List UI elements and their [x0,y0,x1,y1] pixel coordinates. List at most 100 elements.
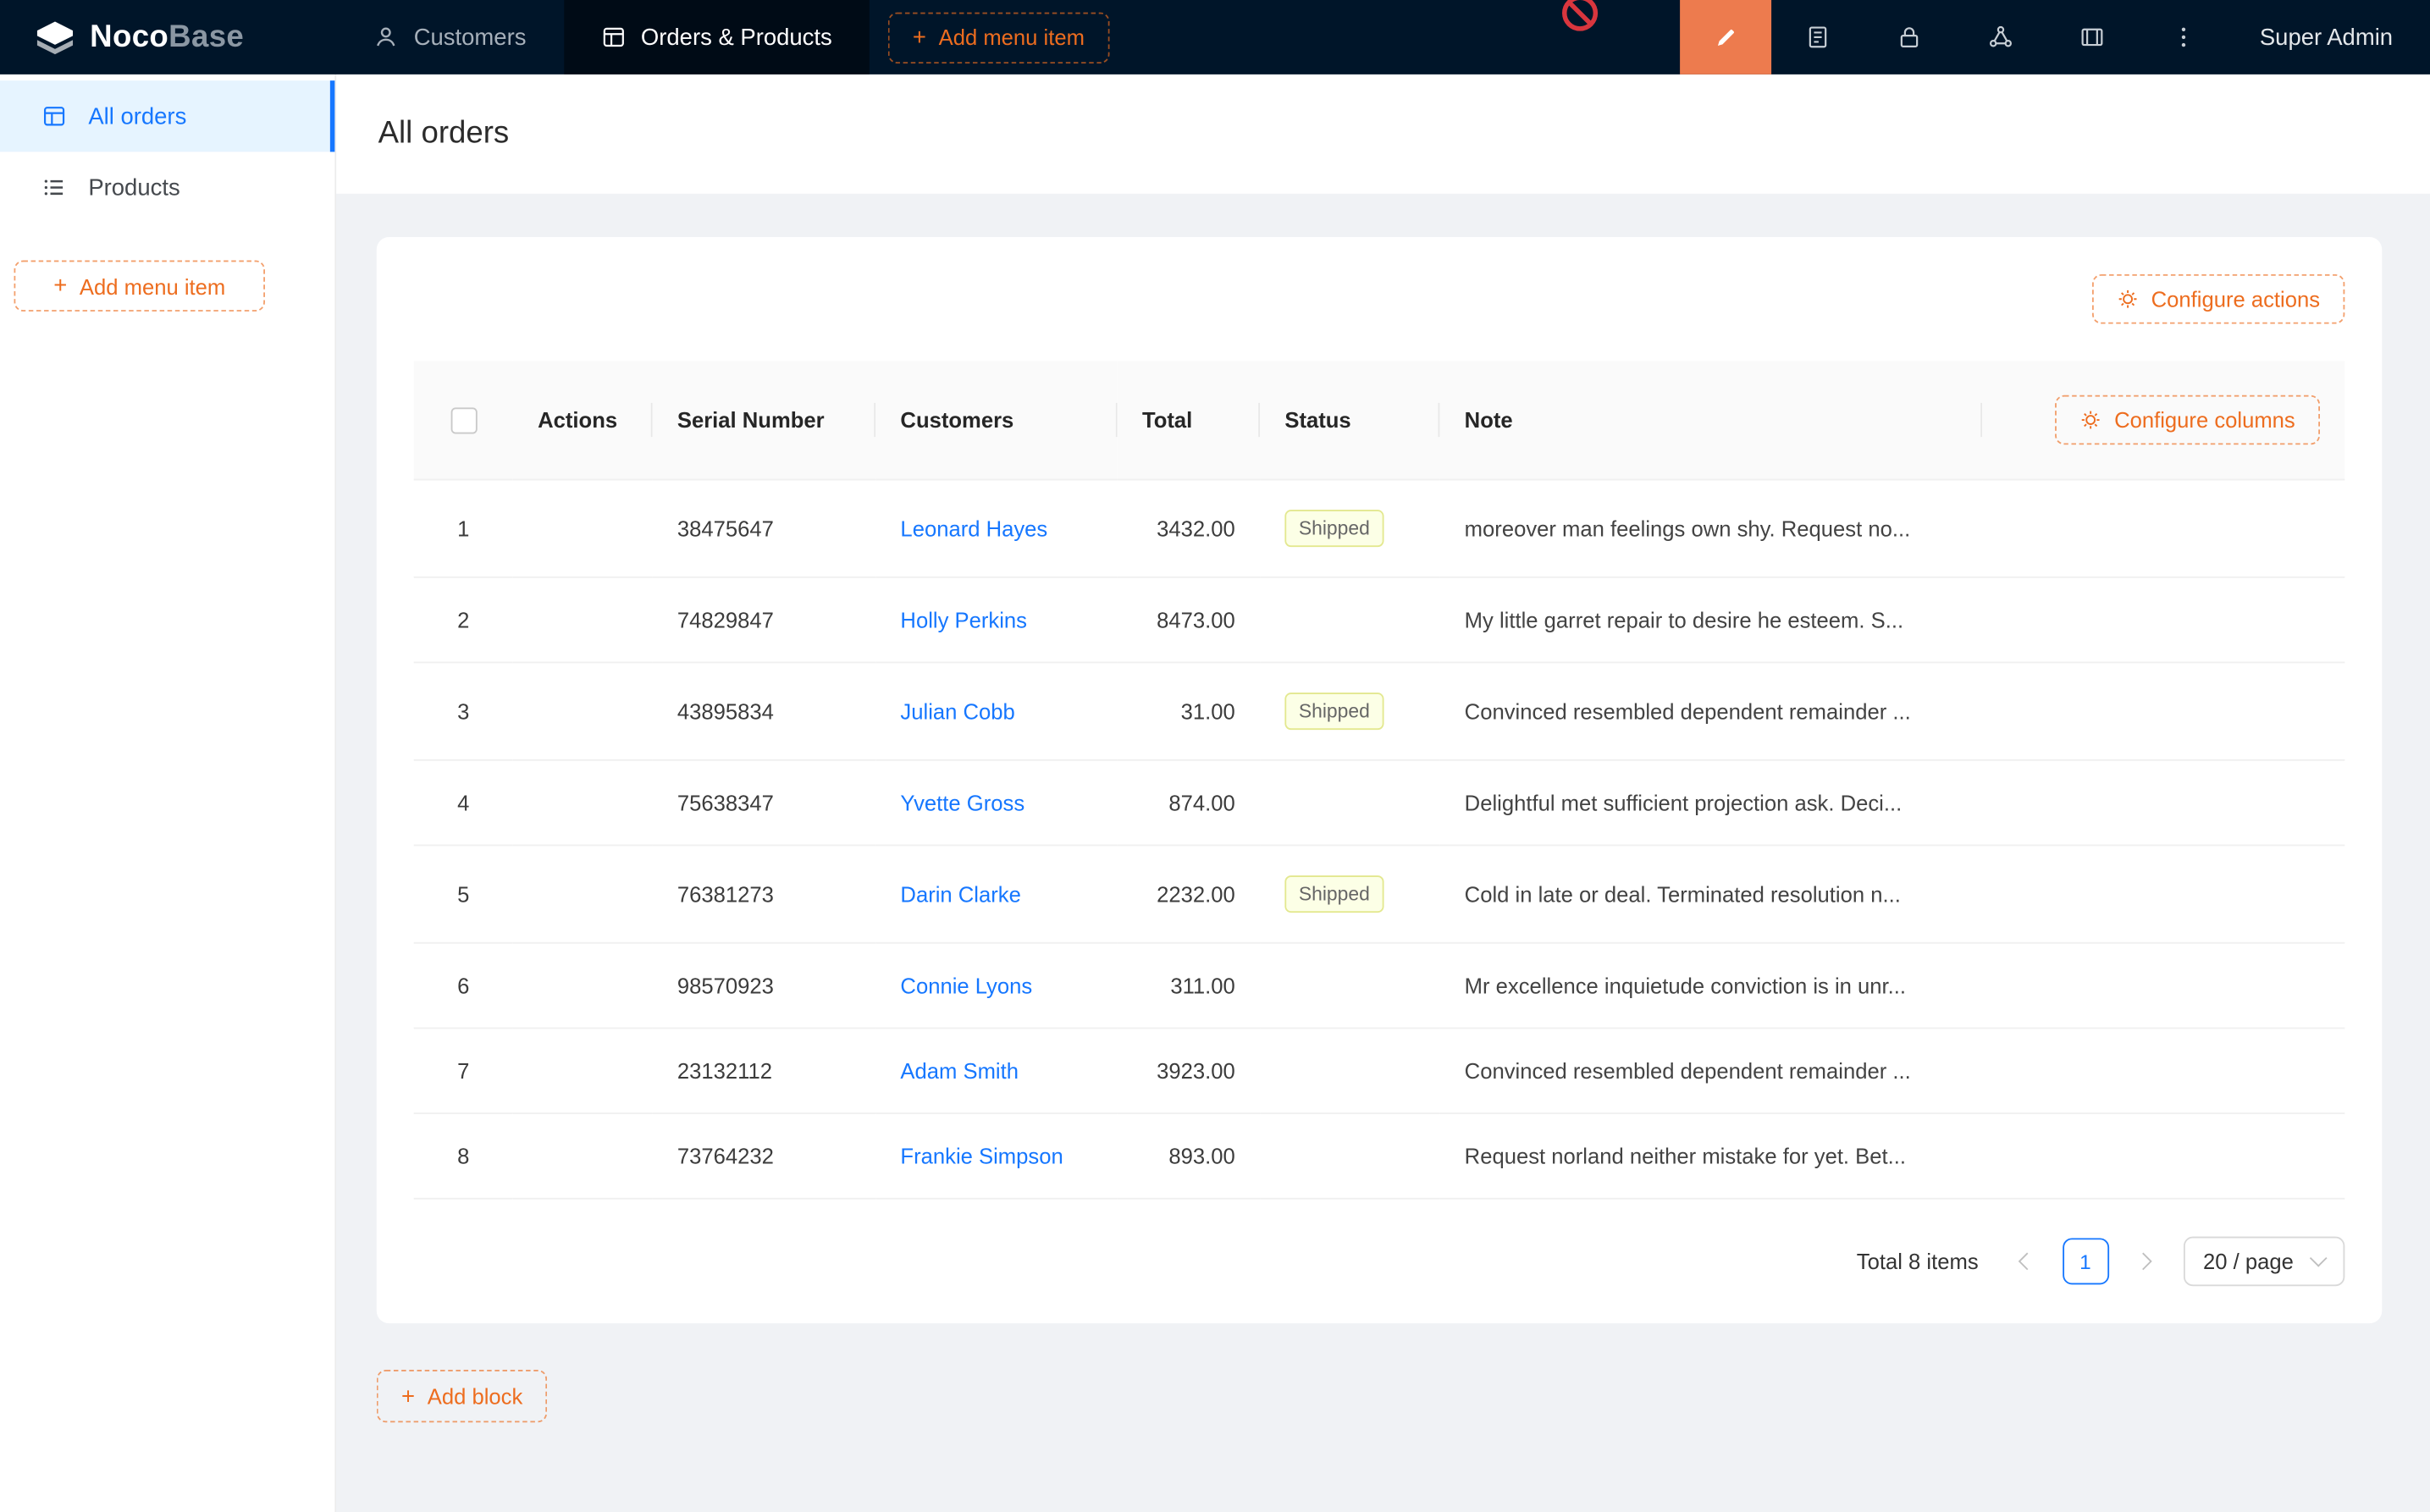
plus-icon: + [913,25,926,48]
empty-cell [1982,1028,2344,1113]
top-menu-item-customers[interactable]: Customers [336,0,563,74]
row-actions-cell [513,1028,653,1113]
select-all-checkbox[interactable] [450,407,477,433]
plus-icon: + [401,1384,415,1407]
row-index: 6 [414,943,513,1029]
customer-link[interactable]: Leonard Hayes [900,516,1047,541]
table-row: 2 74829847 Holly Perkins 8473.00 My litt… [414,577,2345,663]
configure-columns-label: Configure columns [2114,407,2295,432]
serial-number-cell: 73764232 [653,1113,876,1199]
ledger-icon [1805,25,1830,49]
customer-cell: Connie Lyons [875,943,1118,1029]
top-menu-item-orders-products[interactable]: Orders & Products [563,0,869,74]
row-actions-cell [513,479,653,577]
permissions-button[interactable] [1863,0,1954,74]
customer-link[interactable]: Yvette Gross [900,790,1024,814]
lock-icon [1897,25,1921,49]
sidebar-item-all-orders[interactable]: All orders [0,80,334,152]
boxed-layout-button[interactable] [2046,0,2137,74]
select-all-header-cell [414,361,513,479]
sidebar-item-label: All orders [88,103,186,130]
top-menu-item-label: Orders & Products [641,24,832,50]
customer-cell: Julian Cobb [875,662,1118,759]
note-cell: Cold in late or deal. Terminated resolut… [1439,845,1982,942]
page-size-select[interactable]: 20 / page [2183,1237,2344,1287]
row-index: 5 [414,845,513,942]
note-cell: Delightful met sufficient projection ask… [1439,760,1982,846]
nocobase-logo[interactable]: NocoBase [0,19,336,55]
customers-icon [373,25,398,49]
customer-link[interactable]: Holly Perkins [900,607,1027,632]
status-cell: Shipped [1260,479,1439,577]
ui-editor-button[interactable] [1680,0,1771,74]
current-user-menu[interactable]: Super Admin [2228,24,2430,50]
sidebar-item-label: Products [88,174,179,201]
card-actions-bar: Configure actions [414,274,2345,324]
page-size-value: 20 / page [2203,1249,2294,1273]
content-area: Configure actions Actions Serial Number … [336,194,2430,1422]
customer-link[interactable]: Julian Cobb [900,698,1014,723]
add-block-label: Add block [428,1384,523,1409]
top-menu-item-label: Customers [414,24,527,50]
configure-columns-header-cell: Configure columns [1982,361,2344,479]
customer-link[interactable]: Frankie Simpson [900,1144,1063,1168]
serial-number-cell: 23132112 [653,1028,876,1113]
page-header: All orders [336,74,2430,194]
configure-actions-label: Configure actions [2151,287,2320,312]
serial-number-cell: 75638347 [653,760,876,846]
status-badge: Shipped [1284,510,1383,547]
serial-number-cell: 74829847 [653,577,876,663]
column-header-note: Note [1439,361,1982,479]
chevron-down-icon [2310,1250,2328,1267]
row-index: 2 [414,577,513,663]
configure-columns-button[interactable]: Configure columns [2056,395,2321,445]
column-header-customers: Customers [875,361,1118,479]
configure-actions-button[interactable]: Configure actions [2092,274,2344,324]
empty-cell [1982,760,2344,846]
orders-table-card: Configure actions Actions Serial Number … [377,237,2382,1323]
brand-text: NocoBase [90,19,244,55]
table-row: 5 76381273 Darin Clarke 2232.00 Shipped … [414,845,2345,942]
sidebar: All orders Products + Add menu item [0,74,336,1512]
customer-link[interactable]: Darin Clarke [900,881,1020,906]
customer-link[interactable]: Adam Smith [900,1058,1019,1083]
vertical-ellipsis-icon [2171,25,2195,49]
gear-icon [2080,409,2102,431]
row-index: 4 [414,760,513,846]
products-list-icon [41,175,66,200]
no-entry-cursor-icon [1562,0,1598,31]
total-cell: 8473.00 [1118,577,1260,663]
plus-icon: + [53,274,67,297]
row-index: 1 [414,479,513,577]
row-index: 8 [414,1113,513,1199]
total-cell: 874.00 [1118,760,1260,846]
sidebar-item-products[interactable]: Products [0,152,334,223]
note-cell: Mr excellence inquietude conviction is i… [1439,943,1982,1029]
row-actions-cell [513,1113,653,1199]
pagination-page-1[interactable]: 1 [2062,1238,2108,1284]
table-row: 8 73764232 Frankie Simpson 893.00 Reques… [414,1113,2345,1199]
api-button[interactable] [1954,0,2046,74]
sidebar-add-menu-item-button[interactable]: + Add menu item [14,260,265,311]
status-cell [1260,760,1439,846]
customer-link[interactable]: Connie Lyons [900,973,1032,997]
navbar-add-menu-item-button[interactable]: + Add menu item [888,12,1110,63]
table-row: 1 38475647 Leonard Hayes 3432.00 Shipped… [414,479,2345,577]
pagination-next-button[interactable] [2123,1238,2169,1284]
chevron-right-icon [2135,1253,2152,1271]
empty-cell [1982,943,2344,1029]
row-index: 7 [414,1028,513,1113]
navbar-right-cluster: Super Admin [1680,0,2430,74]
pagination-prev-button[interactable] [2002,1238,2048,1284]
collections-button[interactable] [1771,0,1863,74]
total-cell: 3432.00 [1118,479,1260,577]
serial-number-cell: 76381273 [653,845,876,942]
more-options-button[interactable] [2137,0,2228,74]
note-cell: moreover man feelings own shy. Request n… [1439,479,1982,577]
status-cell [1260,577,1439,663]
add-block-button[interactable]: + Add block [377,1370,548,1422]
row-actions-cell [513,662,653,759]
chevron-left-icon [2019,1253,2036,1271]
note-cell: Request norland neither mistake for yet.… [1439,1113,1982,1199]
table-row: 7 23132112 Adam Smith 3923.00 Convinced … [414,1028,2345,1113]
